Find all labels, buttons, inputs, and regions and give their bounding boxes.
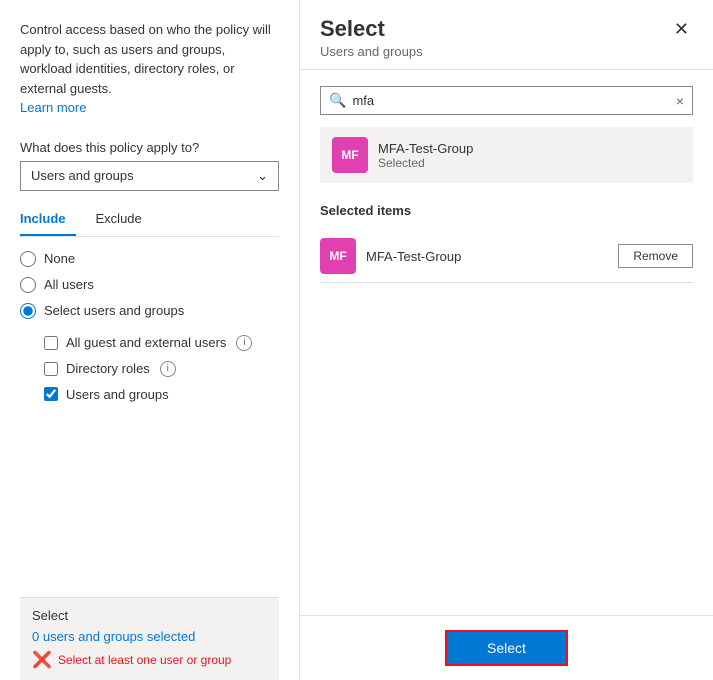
- radio-select-users[interactable]: Select users and groups: [20, 303, 279, 319]
- policy-label: What does this policy apply to?: [20, 140, 279, 155]
- info-guest-icon[interactable]: i: [236, 335, 252, 351]
- selected-item-name: MFA-Test-Group: [366, 249, 608, 264]
- selected-items-title: Selected items: [320, 203, 693, 218]
- error-icon: ❌: [32, 650, 52, 670]
- radio-all-users[interactable]: All users: [20, 277, 279, 293]
- info-directory-icon[interactable]: i: [160, 361, 176, 377]
- users-groups-selected-link[interactable]: 0 users and groups selected: [32, 629, 195, 644]
- header-title-group: Select Users and groups: [320, 16, 423, 59]
- select-section-label: Select: [32, 608, 267, 623]
- radio-none-input[interactable]: [20, 251, 36, 267]
- result-info: MFA-Test-Group Selected: [378, 141, 473, 170]
- checkbox-users-groups[interactable]: Users and groups: [44, 387, 279, 402]
- select-button[interactable]: Select: [445, 630, 568, 666]
- checkbox-directory-label: Directory roles: [66, 361, 150, 376]
- error-row: ❌ Select at least one user or group: [32, 650, 267, 670]
- checkbox-users-groups-label: Users and groups: [66, 387, 169, 402]
- right-body: 🔍 × MF MFA-Test-Group Selected Selected …: [300, 70, 713, 615]
- remove-button[interactable]: Remove: [618, 244, 693, 268]
- chevron-down-icon: ⌄: [257, 168, 268, 184]
- radio-select-users-label: Select users and groups: [44, 303, 184, 318]
- search-input[interactable]: [352, 93, 675, 108]
- checkbox-guest-input[interactable]: [44, 336, 58, 350]
- tabs-container: Include Exclude: [20, 205, 279, 237]
- radio-group: None All users Select users and groups: [20, 251, 279, 319]
- result-status: Selected: [378, 156, 473, 170]
- radio-all-users-label: All users: [44, 277, 94, 292]
- close-button[interactable]: ✕: [670, 16, 693, 42]
- result-avatar: MF: [332, 137, 368, 173]
- policy-dropdown[interactable]: Users and groups ⌄: [20, 161, 279, 191]
- selected-item-avatar: MF: [320, 238, 356, 274]
- checkbox-directory[interactable]: Directory roles i: [44, 361, 279, 377]
- error-text: Select at least one user or group: [58, 653, 231, 667]
- checkbox-group: All guest and external users i Directory…: [44, 335, 279, 402]
- select-section: Select 0 users and groups selected ❌ Sel…: [20, 597, 279, 680]
- search-icon: 🔍: [329, 92, 346, 109]
- dialog-title: Select: [320, 16, 423, 42]
- tab-include[interactable]: Include: [20, 205, 76, 236]
- dialog-subtitle: Users and groups: [320, 44, 423, 59]
- radio-select-users-input[interactable]: [20, 303, 36, 319]
- description-text: Control access based on who the policy w…: [20, 20, 279, 118]
- search-result-item[interactable]: MF MFA-Test-Group Selected: [320, 127, 693, 183]
- radio-all-users-input[interactable]: [20, 277, 36, 293]
- selected-items-section: Selected items MF MFA-Test-Group Remove: [320, 203, 693, 283]
- right-footer: Select: [300, 615, 713, 680]
- left-panel: Control access based on who the policy w…: [0, 0, 300, 680]
- checkbox-directory-input[interactable]: [44, 362, 58, 376]
- clear-search-icon[interactable]: ×: [676, 93, 684, 109]
- result-name: MFA-Test-Group: [378, 141, 473, 156]
- tab-exclude[interactable]: Exclude: [96, 205, 152, 236]
- radio-none[interactable]: None: [20, 251, 279, 267]
- learn-more-link[interactable]: Learn more: [20, 100, 86, 115]
- checkbox-users-groups-input[interactable]: [44, 387, 58, 401]
- selected-item-row: MF MFA-Test-Group Remove: [320, 230, 693, 283]
- right-panel: Select Users and groups ✕ 🔍 × MF MFA-Tes…: [300, 0, 713, 680]
- checkbox-guest-label: All guest and external users: [66, 335, 226, 350]
- right-header: Select Users and groups ✕: [300, 0, 713, 70]
- search-box: 🔍 ×: [320, 86, 693, 115]
- checkbox-guest[interactable]: All guest and external users i: [44, 335, 279, 351]
- radio-none-label: None: [44, 251, 75, 266]
- dropdown-value: Users and groups: [31, 168, 134, 183]
